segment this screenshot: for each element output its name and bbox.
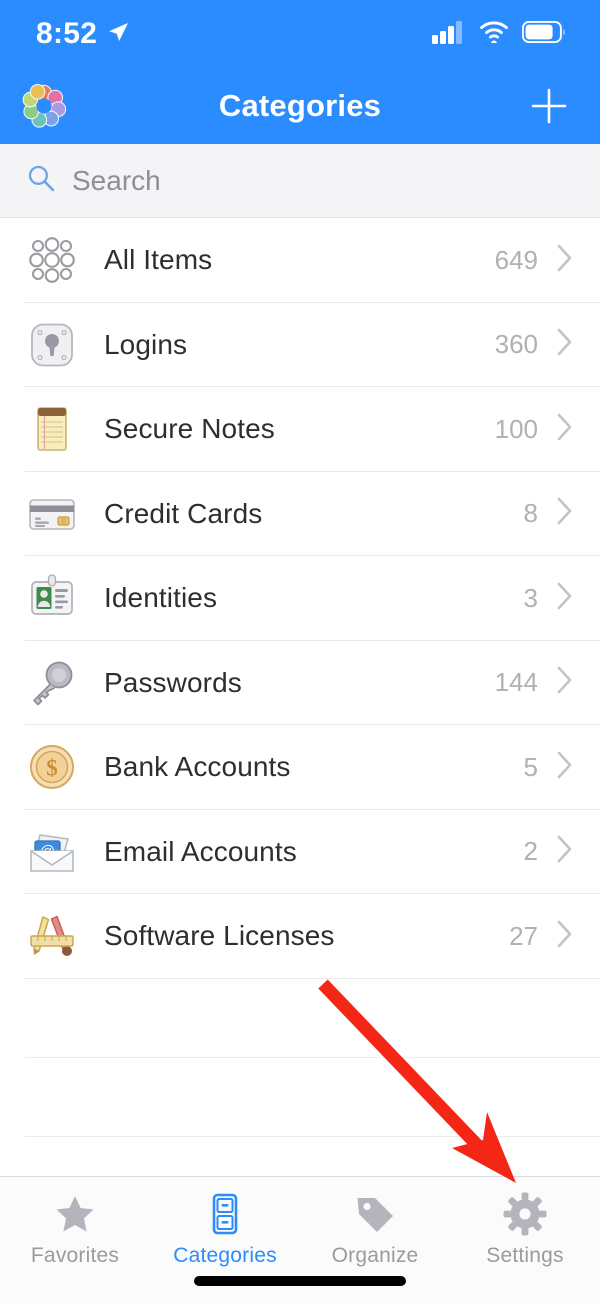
battery-icon	[522, 21, 566, 48]
app-screen: 8:52	[0, 0, 600, 1304]
search-icon	[26, 163, 56, 198]
tab-favorites[interactable]: Favorites	[0, 1191, 150, 1268]
list-item-count: 360	[495, 329, 538, 360]
chevron-right-icon	[556, 327, 574, 362]
list-item-count: 144	[495, 667, 538, 698]
keyhole-plate-icon	[25, 318, 79, 372]
list-item-label: Secure Notes	[104, 413, 495, 445]
list-item-count: 2	[524, 836, 538, 867]
gear-icon	[503, 1191, 547, 1237]
list-filler-row	[0, 1058, 600, 1137]
chevron-right-icon	[556, 919, 574, 954]
list-item-all-items[interactable]: All Items 649	[0, 218, 600, 303]
chevron-right-icon	[556, 496, 574, 531]
chevron-right-icon	[556, 750, 574, 785]
tab-label: Favorites	[31, 1244, 119, 1268]
list-item-software-licenses[interactable]: Software Licenses 27	[0, 894, 600, 979]
star-icon	[53, 1191, 97, 1237]
filing-cabinet-icon	[203, 1191, 247, 1237]
chevron-right-icon	[556, 581, 574, 616]
list-item-identities[interactable]: Identities 3	[0, 556, 600, 641]
coin-dollar-icon: $	[25, 740, 79, 794]
search-input[interactable]: Search	[72, 165, 161, 197]
tab-label: Categories	[173, 1244, 277, 1268]
list-item-count: 3	[524, 583, 538, 614]
list-item-passwords[interactable]: Passwords 144	[0, 641, 600, 726]
tag-icon	[353, 1191, 397, 1237]
list-item-bank-accounts[interactable]: $ Bank Accounts 5	[0, 725, 600, 810]
status-bar-left: 8:52	[36, 17, 130, 51]
plus-icon[interactable]	[526, 83, 572, 129]
list-item-count: 5	[524, 752, 538, 783]
list-item-label: Bank Accounts	[104, 751, 524, 783]
tab-organize[interactable]: Organize	[300, 1191, 450, 1268]
status-bar-clock: 8:52	[36, 17, 97, 51]
status-bar-right	[432, 20, 566, 49]
cellular-signal-icon	[432, 20, 466, 49]
list-item-label: Email Accounts	[104, 836, 524, 868]
list-item-label: All Items	[104, 244, 495, 276]
chevron-right-icon	[556, 412, 574, 447]
location-arrow-icon	[106, 20, 130, 49]
status-bar: 8:52	[0, 0, 600, 68]
search-bar[interactable]: Search	[0, 144, 600, 218]
list-item-label: Logins	[104, 329, 495, 361]
list-item-secure-notes[interactable]: Secure Notes 100	[0, 387, 600, 472]
grid-dots-icon	[25, 233, 79, 287]
tab-label: Settings	[486, 1244, 563, 1268]
list-item-credit-cards[interactable]: Credit Cards 8	[0, 472, 600, 557]
chevron-right-icon	[556, 665, 574, 700]
list-item-label: Identities	[104, 582, 524, 614]
navigation-bar: Categories	[0, 68, 600, 144]
list-filler-row	[0, 979, 600, 1058]
app-logo-icon[interactable]	[20, 82, 68, 130]
tab-label: Organize	[332, 1244, 419, 1268]
notepad-icon	[25, 402, 79, 456]
tab-categories[interactable]: Categories	[150, 1191, 300, 1268]
ruler-pencil-icon	[25, 909, 79, 963]
tab-settings[interactable]: Settings	[450, 1191, 600, 1268]
svg-text:$: $	[46, 756, 58, 781]
home-indicator	[194, 1276, 406, 1286]
id-badge-icon	[25, 571, 79, 625]
list-item-label: Passwords	[104, 667, 495, 699]
list-item-label: Credit Cards	[104, 498, 524, 530]
list-item-count: 27	[509, 921, 538, 952]
envelope-at-icon: @	[25, 825, 79, 879]
wifi-icon	[479, 20, 509, 48]
list-item-label: Software Licenses	[104, 920, 509, 952]
credit-card-icon	[25, 487, 79, 541]
list-item-count: 100	[495, 414, 538, 445]
chevron-right-icon	[556, 243, 574, 278]
page-title: Categories	[0, 88, 600, 124]
key-icon	[25, 656, 79, 710]
list-item-count: 649	[495, 245, 538, 276]
category-list: All Items 649 Logins 360	[0, 218, 600, 1216]
list-item-logins[interactable]: Logins 360	[0, 303, 600, 388]
list-item-email-accounts[interactable]: @ Email Accounts 2	[0, 810, 600, 895]
tab-bar: Favorites Categories Orga	[0, 1176, 600, 1304]
chevron-right-icon	[556, 834, 574, 869]
list-item-count: 8	[524, 498, 538, 529]
